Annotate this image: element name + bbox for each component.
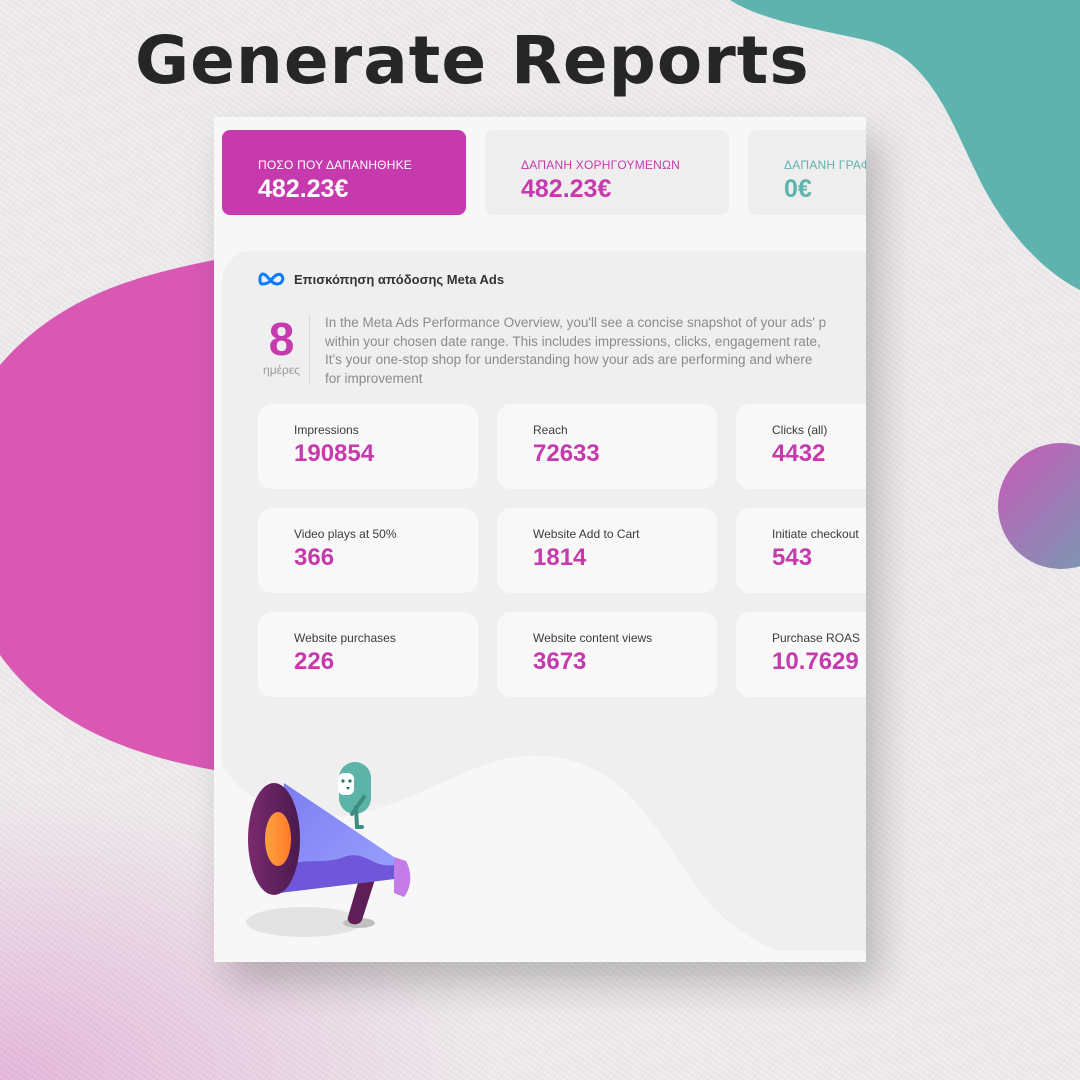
kpi-label: ΠΟΣΟ ΠΟΥ ΔΑΠΑΝΗΘΗΚΕ bbox=[258, 158, 412, 172]
description-line: within your chosen date range. This incl… bbox=[325, 333, 821, 349]
gradient-circle bbox=[998, 443, 1080, 569]
description-line: for improvement bbox=[325, 370, 423, 386]
metric-label: Website purchases bbox=[294, 631, 396, 645]
metric-card-purchase-roas[interactable]: Purchase ROAS 10.7629 bbox=[736, 612, 866, 697]
metric-value: 10.7629 bbox=[772, 648, 859, 675]
metric-value: 190854 bbox=[294, 440, 375, 467]
kpi-value: 482.23€ bbox=[521, 175, 612, 203]
metric-label: Reach bbox=[533, 423, 568, 437]
kpi-value: 482.23€ bbox=[258, 175, 349, 203]
metric-label: Impressions bbox=[294, 423, 359, 437]
overview-title: Επισκόπηση απόδοσης Meta Ads bbox=[294, 271, 505, 287]
metric-value: 72633 bbox=[533, 440, 600, 467]
metric-card-video-plays[interactable]: Video plays at 50% 366 bbox=[258, 508, 478, 593]
metric-label: Website content views bbox=[533, 631, 653, 645]
kpi-label: ΔΑΠΑΝΗ ΓΡΑΦ bbox=[784, 158, 866, 172]
headline: Generate Reports bbox=[135, 22, 810, 99]
pink-blob bbox=[0, 260, 214, 770]
days-value: 8 bbox=[268, 313, 295, 365]
kpi-value: 0€ bbox=[784, 175, 812, 203]
metric-card-purchases[interactable]: Website purchases 226 bbox=[258, 612, 478, 697]
metric-card-add-to-cart[interactable]: Website Add to Cart 1814 bbox=[497, 508, 717, 593]
metric-value: 1814 bbox=[533, 544, 587, 571]
metric-card-impressions[interactable]: Impressions 190854 bbox=[258, 404, 478, 489]
kpi-card-graphics-spend[interactable]: ΔΑΠΑΝΗ ΓΡΑΦ 0€ bbox=[748, 130, 866, 215]
description-line: In the Meta Ads Performance Overview, yo… bbox=[325, 315, 827, 330]
metric-label: Initiate checkout bbox=[772, 527, 859, 541]
metric-value: 4432 bbox=[772, 440, 826, 467]
description-line: It's your one-stop shop for understandin… bbox=[325, 352, 813, 367]
kpi-card-sponsored-spend[interactable]: ΔΑΠΑΝΗ ΧΟΡΗΓΟΥΜΕΝΩΝ 482.23€ bbox=[485, 130, 729, 215]
megaphone-character-icon bbox=[246, 762, 411, 937]
metric-card-initiate-checkout[interactable]: Initiate checkout 543 bbox=[736, 508, 866, 593]
metric-value: 543 bbox=[772, 544, 813, 571]
overview-header: Επισκόπηση απόδοσης Meta Ads bbox=[258, 271, 504, 287]
report-screenshot: ΠΟΣΟ ΠΟΥ ΔΑΠΑΝΗΘΗΚΕ 482.23€ ΔΑΠΑΝΗ ΧΟΡΗΓ… bbox=[214, 117, 866, 962]
days-counter: 8 ημέρες bbox=[254, 315, 310, 385]
metric-label: Video plays at 50% bbox=[294, 527, 397, 541]
meta-logo-icon bbox=[258, 272, 285, 286]
metric-card-clicks[interactable]: Clicks (all) 4432 bbox=[736, 404, 866, 489]
metric-label: Clicks (all) bbox=[772, 423, 828, 437]
metric-card-reach[interactable]: Reach 72633 bbox=[497, 404, 717, 489]
days-label: ημέρες bbox=[263, 363, 300, 377]
metric-value: 366 bbox=[294, 544, 335, 571]
metric-label: Website Add to Cart bbox=[533, 527, 640, 541]
overview-description: In the Meta Ads Performance Overview, yo… bbox=[325, 314, 866, 388]
metric-label: Purchase ROAS bbox=[772, 631, 861, 645]
metric-value: 3673 bbox=[533, 648, 587, 675]
metric-card-content-views[interactable]: Website content views 3673 bbox=[497, 612, 717, 697]
metric-value: 226 bbox=[294, 648, 335, 675]
kpi-label: ΔΑΠΑΝΗ ΧΟΡΗΓΟΥΜΕΝΩΝ bbox=[521, 158, 681, 172]
kpi-card-total-spend[interactable]: ΠΟΣΟ ΠΟΥ ΔΑΠΑΝΗΘΗΚΕ 482.23€ bbox=[222, 130, 466, 215]
